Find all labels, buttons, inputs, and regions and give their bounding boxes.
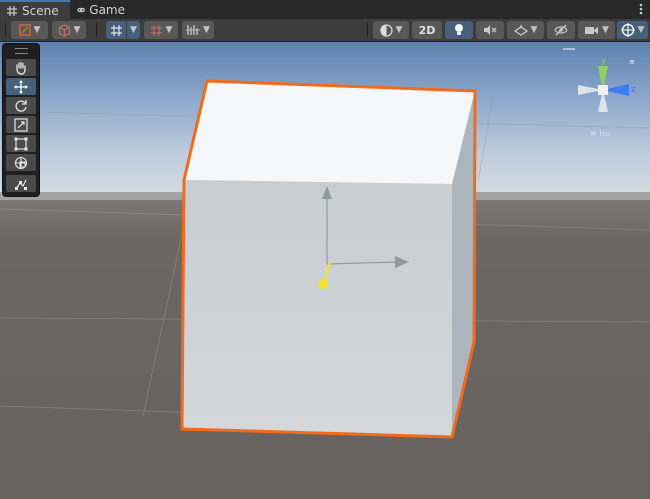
selected-cube[interactable] [180, 79, 477, 439]
overlay-grip[interactable] [15, 48, 28, 54]
lighting-toggle[interactable] [445, 21, 473, 39]
rect-tool-button[interactable] [6, 135, 36, 152]
camera-settings-dropdown[interactable]: ▼ [578, 21, 615, 39]
cube-top-face [184, 81, 475, 184]
gamepad-icon [77, 7, 85, 12]
effects-icon [513, 24, 528, 36]
rotate-icon [15, 99, 27, 112]
increment-snap-icon [150, 24, 162, 36]
increment-snap-dropdown[interactable]: ▼ [144, 21, 178, 39]
kebab-menu-icon[interactable] [638, 2, 644, 16]
scale-icon [14, 117, 28, 132]
scene-viewport[interactable]: y z ≡ ≡ Iso [0, 42, 650, 499]
hidden-objects-toggle[interactable] [547, 21, 575, 39]
chevron-down-icon: ▼ [395, 25, 403, 35]
draw-mode-shading-dropdown[interactable]: ▼ [373, 21, 409, 39]
tab-scene-label: Scene [22, 3, 59, 18]
chevron-down-icon: ▼ [33, 25, 41, 35]
grid-snap-icon [110, 24, 122, 36]
draw-mode-icon [18, 24, 31, 36]
audio-muted-icon [484, 25, 497, 35]
svg-text:≡ Iso: ≡ Iso [590, 129, 611, 138]
tab-game[interactable]: Game [71, 0, 131, 19]
audio-toggle[interactable] [476, 21, 504, 39]
toggle-2d-label: 2D [418, 23, 436, 37]
toolbar-separator [96, 23, 97, 37]
tab-scene[interactable]: Scene [0, 0, 70, 19]
rect-transform-icon [14, 137, 28, 150]
rotate-tool-button[interactable] [6, 97, 36, 114]
grid-snapping-button[interactable] [106, 21, 126, 39]
shading-dropdown[interactable]: ▼ [52, 21, 86, 39]
move-icon [14, 79, 28, 94]
cube-front-face [182, 180, 452, 437]
chevron-down-icon: ▼ [637, 25, 645, 35]
hand-icon [16, 61, 26, 75]
camera-icon [585, 26, 599, 34]
svg-text:≡: ≡ [629, 58, 635, 66]
window-tab-bar: Scene Game [0, 0, 650, 19]
scene-toolbar: ▼ ▼ ▼ ▼ ▼ ▼ 2D ▼ ▼ ▼ [0, 19, 650, 42]
tools-overlay [3, 44, 39, 196]
transform-icon [14, 156, 28, 169]
chevron-down-icon: ▼ [130, 25, 137, 35]
eye-slash-icon [554, 24, 568, 36]
hand-tool-button[interactable] [6, 59, 36, 76]
custom-tool-button[interactable] [6, 175, 36, 192]
draw-mode-dropdown[interactable]: ▼ [11, 21, 48, 39]
chevron-down-icon: ▼ [165, 25, 173, 35]
sphere-shading-icon [379, 23, 393, 37]
svg-text:y: y [601, 56, 607, 66]
chevron-down-icon: ▼ [602, 25, 609, 35]
toolbar-separator [367, 23, 368, 37]
tab-game-label: Game [89, 2, 125, 17]
chevron-down-icon: ▼ [203, 25, 210, 35]
toolbar-separator [5, 23, 6, 37]
cube-icon [58, 23, 70, 37]
svg-text:z: z [631, 85, 636, 95]
align-icon [186, 25, 201, 35]
gizmo-icon [620, 23, 635, 37]
move-tool-button[interactable] [6, 78, 36, 95]
effects-dropdown[interactable]: ▼ [507, 21, 544, 39]
align-dropdown[interactable]: ▼ [182, 21, 214, 39]
transform-tool-button[interactable] [6, 154, 36, 171]
gizmos-dropdown[interactable]: ▼ [617, 21, 648, 39]
chevron-down-icon: ▼ [530, 25, 538, 35]
chevron-down-icon: ▼ [73, 25, 81, 35]
lightbulb-icon [455, 24, 463, 35]
grid-snapping-dropdown[interactable]: ▼ [127, 21, 140, 39]
custom-tool-icon [15, 179, 27, 190]
scale-tool-button[interactable] [6, 116, 36, 133]
hash-icon [7, 5, 17, 16]
toggle-2d-button[interactable]: 2D [412, 21, 442, 39]
